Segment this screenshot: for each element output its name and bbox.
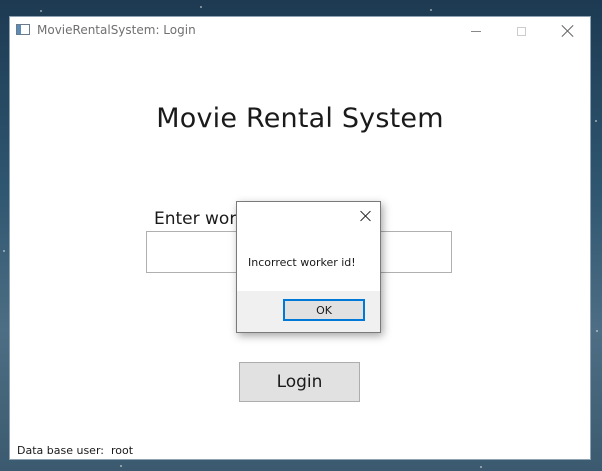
dialog-message: Incorrect worker id!: [248, 256, 356, 269]
desktop-snow: [40, 10, 42, 12]
login-button[interactable]: Login: [239, 362, 360, 402]
dialog-close-button[interactable]: [358, 208, 374, 224]
database-user-status: Data base user: root: [17, 444, 134, 457]
app-heading: Movie Rental System: [156, 103, 444, 134]
ok-button[interactable]: OK: [283, 299, 365, 321]
desktop-background: MovieRentalSystem: Login Movie Rental Sy…: [0, 0, 602, 471]
close-button[interactable]: [545, 17, 590, 45]
minimize-button[interactable]: [453, 17, 498, 45]
desktop-snow: [200, 6, 202, 8]
dialog-footer: OK: [237, 291, 380, 332]
maximize-icon: [517, 26, 526, 36]
window-title: MovieRentalSystem: Login: [37, 23, 196, 37]
close-icon: [360, 210, 372, 222]
desktop-snow: [595, 120, 597, 122]
desktop-snow: [596, 330, 598, 332]
minimize-icon: [470, 30, 481, 32]
error-message-dialog: Incorrect worker id! OK: [236, 201, 381, 333]
desktop-snow: [3, 250, 5, 252]
title-bar[interactable]: MovieRentalSystem: Login: [10, 17, 590, 45]
maximize-button[interactable]: [499, 17, 544, 45]
desktop-snow: [480, 466, 482, 468]
window-app-icon: [16, 24, 30, 35]
desktop-snow: [430, 9, 432, 11]
desktop-snow: [120, 465, 122, 467]
close-icon: [562, 25, 574, 37]
